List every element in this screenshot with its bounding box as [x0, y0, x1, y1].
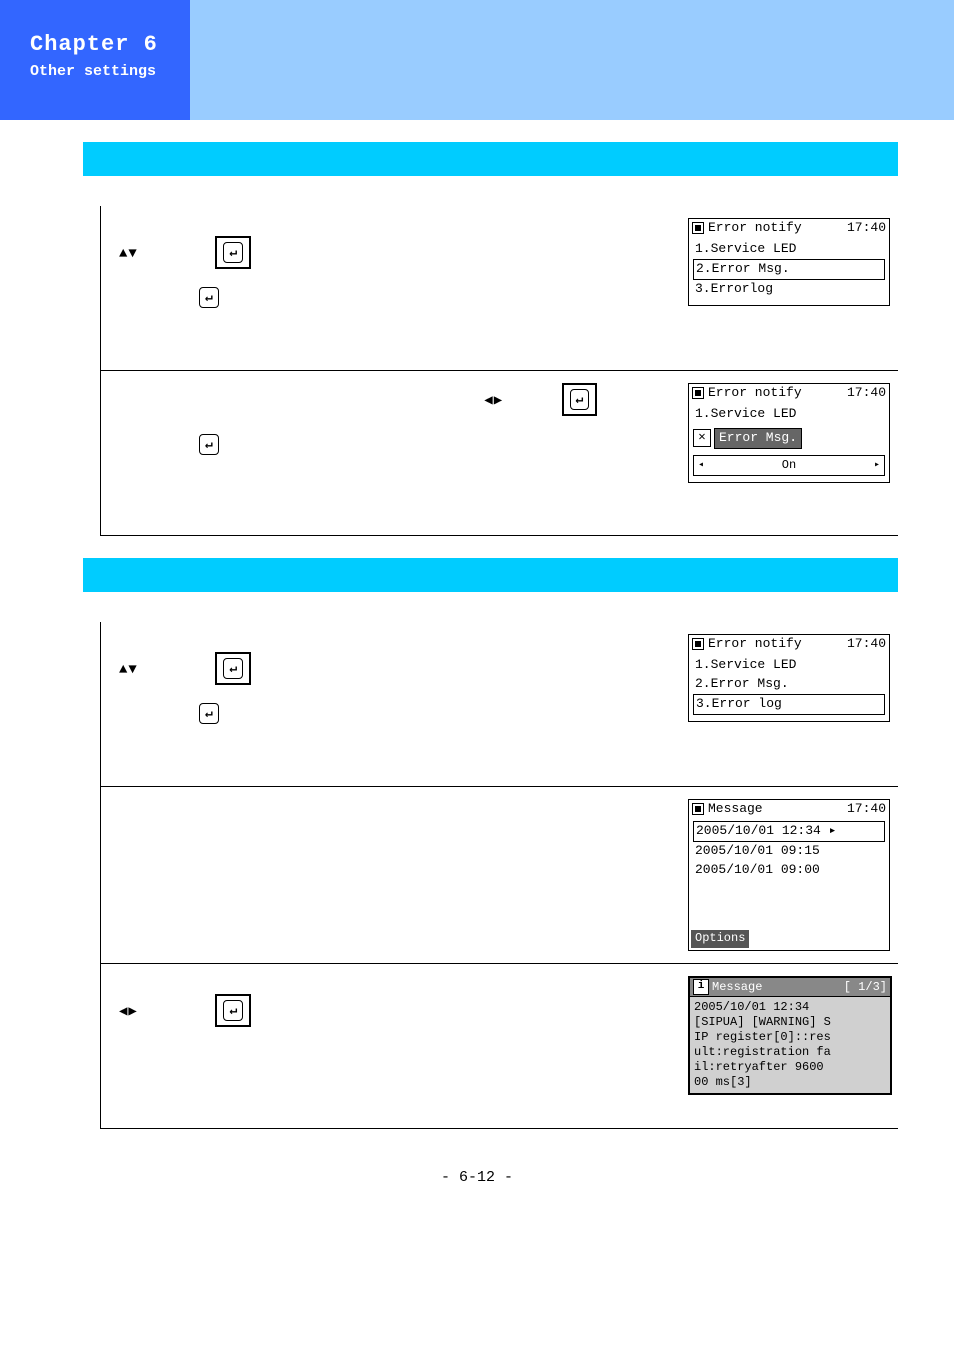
chapter-block: Chapter 6 Other settings — [0, 0, 190, 120]
step-row: Select On or Off with — [101, 371, 898, 536]
screen-title: Message — [712, 980, 762, 995]
chapter-subtitle: Other settings — [30, 63, 190, 80]
value-selector: ◂ On ▸ — [693, 455, 885, 477]
content-box-2: From "Error notify" select "3. Error log… — [100, 622, 898, 1129]
section-bar-2 — [83, 558, 898, 592]
step-text: From "Error notify" select "3. Error log… — [119, 634, 668, 724]
step-row: From "Error notify" select "3. Error log… — [101, 622, 898, 787]
screen-time: 17:40 — [847, 385, 886, 402]
square-icon — [692, 222, 704, 234]
screen-time: 17:40 — [847, 220, 886, 237]
screen-time: 17:40 — [847, 636, 886, 653]
error-msg-label: Error Msg. — [714, 428, 802, 449]
message-body: 2005/10/01 12:34 [SIPUA] [WARNING] S IP … — [690, 997, 890, 1093]
step-text: Select On or Off with — [119, 383, 668, 455]
enter-icon — [215, 236, 251, 269]
enter-icon — [562, 383, 598, 416]
chapter-title: Chapter 6 — [30, 32, 190, 57]
square-icon — [692, 638, 704, 650]
screen-title: Message — [708, 801, 763, 818]
leftright-icon — [484, 391, 503, 409]
step-text: Select the error log from the list displ… — [119, 799, 668, 817]
page-number: - 6-12 - — [0, 1169, 954, 1216]
log-entry: 2005/10/01 09:00 — [693, 861, 885, 880]
step-row: From "Error notify" select "2. Error Msg… — [101, 206, 898, 371]
menu-item: 1.Service LED — [693, 405, 885, 424]
value-text: On — [782, 458, 796, 474]
menu-item-selected: 2.Error Msg. — [693, 259, 885, 280]
updown-icon — [119, 660, 138, 678]
screen-title: Error notify — [708, 636, 802, 653]
enter-icon — [199, 287, 219, 308]
left-arrow-icon: ◂ — [698, 459, 704, 472]
step-row: i Message [ 1/3] 2005/10/01 12:34 [SIPUA… — [101, 964, 898, 1129]
step-row: Select the error log from the list displ… — [101, 787, 898, 964]
lcd-screen: Error notify 17:40 1.Service LED ✕ Error… — [688, 383, 890, 483]
screen-time: 17:40 — [847, 801, 886, 818]
log-entry: 2005/10/01 09:15 — [693, 842, 885, 861]
lcd-message-screen: i Message [ 1/3] 2005/10/01 12:34 [SIPUA… — [688, 976, 892, 1095]
enter-icon — [199, 434, 219, 455]
log-entry-selected: 2005/10/01 12:34 ▸ — [693, 821, 885, 842]
page-indicator: [ 1/3] — [844, 980, 887, 995]
section-bar-1 — [83, 142, 898, 176]
info-icon: i — [693, 979, 709, 995]
step-text: From "Error notify" select "2. Error Msg… — [119, 218, 668, 308]
enter-icon — [215, 652, 251, 685]
menu-item: 1.Service LED — [693, 240, 885, 259]
lcd-screen: Message 17:40 2005/10/01 12:34 ▸ 2005/10… — [688, 799, 890, 951]
screen-title: Error notify — [708, 385, 802, 402]
lcd-screen: Error notify 17:40 1.Service LED 2.Error… — [688, 218, 890, 306]
enter-icon — [215, 994, 251, 1027]
square-icon — [692, 803, 704, 815]
square-icon — [692, 387, 704, 399]
leftright-icon — [119, 1002, 138, 1020]
header-light-area — [190, 0, 954, 120]
menu-item: 1.Service LED — [693, 656, 885, 675]
enter-icon — [199, 703, 219, 724]
page-header: Chapter 6 Other settings — [0, 0, 954, 120]
updown-icon — [119, 244, 138, 262]
step-text — [119, 976, 668, 1027]
menu-item: 3.Errorlog — [693, 280, 885, 299]
menu-item: 2.Error Msg. — [693, 675, 885, 694]
close-icon: ✕ — [693, 429, 711, 447]
menu-item-selected: 3.Error log — [693, 694, 885, 715]
lcd-screen: Error notify 17:40 1.Service LED 2.Error… — [688, 634, 890, 722]
options-softkey: Options — [691, 930, 749, 948]
screen-title: Error notify — [708, 220, 802, 237]
right-arrow-icon: ▸ — [874, 459, 880, 472]
content-box-1: From "Error notify" select "2. Error Msg… — [100, 206, 898, 536]
